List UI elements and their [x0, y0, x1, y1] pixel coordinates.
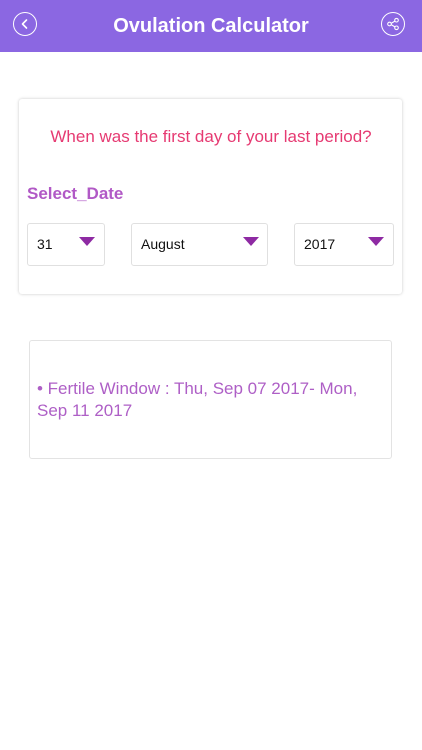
page-title: Ovulation Calculator: [113, 15, 309, 37]
day-value: 31: [37, 236, 53, 252]
app-screen: Ovulation Calculator When was the first …: [0, 0, 422, 750]
share-button[interactable]: [381, 12, 405, 36]
caret-down-icon: [368, 237, 384, 246]
question-text: When was the first day of your last peri…: [50, 127, 372, 146]
year-dropdown[interactable]: 2017: [294, 223, 394, 266]
month-dropdown[interactable]: August: [131, 223, 268, 266]
month-value: August: [141, 236, 185, 252]
share-icon: [387, 17, 399, 31]
fertile-window-text: • Fertile Window : Thu, Sep 07 2017- Mon…: [37, 379, 358, 420]
navigation-bar: Ovulation Calculator: [0, 0, 422, 52]
year-value: 2017: [304, 236, 336, 252]
day-dropdown[interactable]: 31: [27, 223, 105, 266]
caret-down-icon: [243, 237, 259, 246]
result-box: • Fertile Window : Thu, Sep 07 2017- Mon…: [29, 340, 392, 459]
select-date-label: Select_Date: [27, 184, 124, 203]
caret-down-icon: [79, 237, 95, 246]
